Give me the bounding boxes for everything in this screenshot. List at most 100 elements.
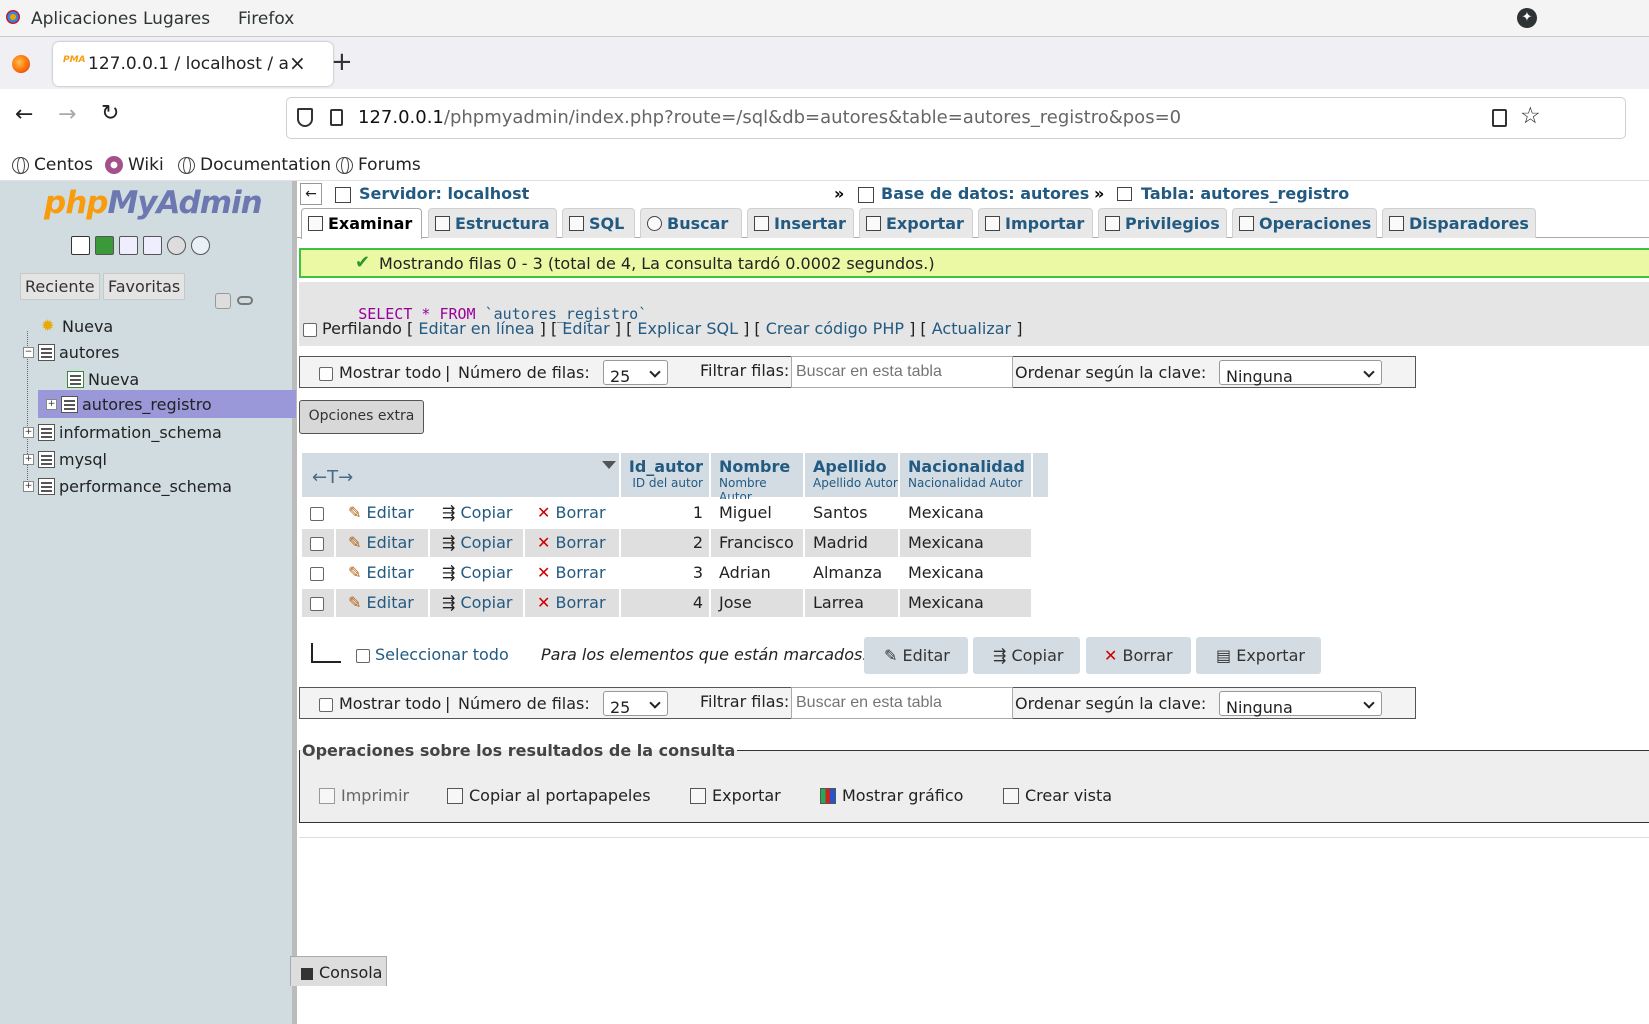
bookmark-forums[interactable]: Forums (336, 155, 421, 175)
back-icon[interactable]: ← (15, 102, 33, 127)
page-icon[interactable] (330, 109, 343, 126)
cell-apellido[interactable]: Almanza (805, 559, 898, 587)
tab-import[interactable]: Importar (978, 208, 1093, 238)
column-header-apellido[interactable]: Apellido Apellido Autor (805, 453, 898, 497)
tab-favorites[interactable]: Favoritas (103, 273, 186, 300)
delete-row-button[interactable]: ✕ Borrar (525, 499, 619, 527)
tree-item-performance-schema[interactable]: + performance_schema (23, 477, 232, 496)
bulk-edit-button[interactable]: ✎ Editar (864, 637, 968, 674)
column-header-nombre[interactable]: Nombre Nombre Autor (711, 453, 803, 504)
breadcrumb-table[interactable]: Tabla: autores_registro (1141, 184, 1349, 203)
bookmark-documentation[interactable]: Documentation (178, 155, 331, 175)
home-icon[interactable] (71, 236, 90, 255)
cell-nacionalidad[interactable]: Mexicana (900, 589, 1031, 617)
query-window-icon[interactable] (119, 236, 138, 255)
cell-id-autor[interactable]: 4 (621, 589, 709, 617)
bulk-copy-button[interactable]: ⇶ Copiar (973, 637, 1080, 674)
tab-operations[interactable]: Operaciones (1232, 208, 1377, 238)
sort-select[interactable]: Ninguna (1219, 360, 1382, 386)
row-checkbox[interactable] (310, 537, 324, 551)
tab-search[interactable]: Buscar (640, 208, 742, 238)
print-button[interactable]: Imprimir (319, 786, 409, 805)
expand-icon[interactable]: + (23, 481, 34, 492)
firefox-view-icon[interactable] (12, 55, 30, 73)
url-bar[interactable]: 127.0.0.1/phpmyadmin/index.php?route=/sq… (286, 97, 1626, 139)
export-button[interactable]: Exportar (690, 786, 781, 805)
bookmark-centos[interactable]: Centos (12, 155, 93, 175)
column-visibility-icon[interactable]: ←T→ (312, 467, 353, 488)
breadcrumb-database[interactable]: Base de datos: autores (881, 184, 1089, 203)
copy-clipboard-button[interactable]: Copiar al portapapeles (447, 786, 651, 805)
firefox-menu[interactable]: Firefox (238, 9, 294, 29)
places-menu[interactable]: Lugares (143, 9, 210, 29)
close-tab-icon[interactable]: × (289, 51, 306, 75)
explain-sql-link[interactable]: Explicar SQL (637, 319, 738, 338)
cell-id-autor[interactable]: 1 (621, 499, 709, 527)
reload-navigation-icon[interactable] (191, 236, 210, 255)
browser-tab[interactable]: PMA 127.0.0.1 / localhost / autc × (53, 42, 333, 86)
cell-nacionalidad[interactable]: Mexicana (900, 499, 1031, 527)
select-all-link[interactable]: Seleccionar todo (375, 645, 509, 664)
tree-item-autores-registro[interactable]: + autores_registro (38, 390, 296, 418)
documentation-icon[interactable] (143, 236, 162, 255)
breadcrumb-server[interactable]: Servidor: localhost (359, 184, 529, 203)
display-chart-button[interactable]: Mostrar gráfico (820, 786, 963, 805)
copy-row-button[interactable]: ⇶ Copiar (430, 529, 523, 557)
copy-row-button[interactable]: ⇶ Copiar (430, 499, 523, 527)
column-header-id-autor[interactable]: Id_autor ID del autor (621, 453, 709, 497)
tab-triggers[interactable]: Disparadores (1382, 208, 1536, 238)
extra-options-button[interactable]: Opciones extra (299, 400, 424, 434)
delete-row-button[interactable]: ✕ Borrar (525, 529, 619, 557)
dropdown-arrow-icon[interactable] (602, 461, 616, 469)
edit-row-button[interactable]: ✎ Editar (336, 529, 428, 557)
refresh-link[interactable]: Actualizar (932, 319, 1011, 338)
cell-nacionalidad[interactable]: Mexicana (900, 529, 1031, 557)
reload-icon[interactable]: ↻ (101, 101, 119, 126)
profiling-checkbox[interactable] (303, 323, 317, 337)
tree-item-new-table[interactable]: Nueva (67, 370, 139, 389)
accessibility-icon[interactable]: ✦ (1517, 8, 1537, 28)
applications-menu[interactable]: Aplicaciones (31, 9, 137, 29)
column-header-nacionalidad[interactable]: Nacionalidad Nacionalidad Autor (900, 453, 1031, 497)
create-php-link[interactable]: Crear código PHP (766, 319, 904, 338)
cell-nombre[interactable]: Adrian (711, 559, 803, 587)
tab-sql[interactable]: SQL (562, 208, 635, 238)
edit-row-button[interactable]: ✎ Editar (336, 559, 428, 587)
new-tab-icon[interactable]: + (331, 47, 353, 77)
collapse-all-icon[interactable] (215, 293, 231, 309)
shield-icon[interactable] (297, 108, 313, 127)
expand-icon[interactable]: + (23, 427, 34, 438)
row-checkbox[interactable] (310, 567, 324, 581)
delete-row-button[interactable]: ✕ Borrar (525, 589, 619, 617)
bookmark-wiki[interactable]: Wiki (105, 155, 164, 175)
bulk-delete-button[interactable]: ✕ Borrar (1086, 637, 1191, 674)
tab-recent[interactable]: Reciente (20, 273, 100, 300)
tab-insert[interactable]: Insertar (747, 208, 854, 238)
row-checkbox[interactable] (310, 507, 324, 521)
tab-export[interactable]: Exportar (859, 208, 973, 238)
tab-browse[interactable]: Examinar (301, 208, 422, 239)
cell-apellido[interactable]: Larrea (805, 589, 898, 617)
edit-row-button[interactable]: ✎ Editar (336, 499, 428, 527)
activities-icon[interactable] (6, 10, 20, 24)
link-with-main-icon[interactable] (237, 296, 253, 305)
phpmyadmin-logo[interactable]: phpMyAdmin (44, 185, 263, 221)
reader-mode-icon[interactable] (1492, 109, 1507, 127)
cell-nombre[interactable]: Francisco (711, 529, 803, 557)
create-view-button[interactable]: Crear vista (1003, 786, 1112, 805)
show-all-checkbox[interactable] (319, 698, 333, 712)
expand-icon[interactable]: + (46, 398, 57, 410)
cell-apellido[interactable]: Santos (805, 499, 898, 527)
cell-id-autor[interactable]: 2 (621, 529, 709, 557)
cell-id-autor[interactable]: 3 (621, 559, 709, 587)
inline-edit-link[interactable]: Editar en línea (418, 319, 534, 338)
tree-item-new-database[interactable]: ✹ Nueva (41, 317, 113, 336)
row-checkbox[interactable] (310, 597, 324, 611)
forward-icon[interactable]: → (58, 102, 76, 127)
edit-link[interactable]: Editar (562, 319, 609, 338)
collapse-icon[interactable]: − (23, 347, 34, 358)
cell-nombre[interactable]: Miguel (711, 499, 803, 527)
bulk-export-button[interactable]: ▤ Exportar (1196, 637, 1321, 674)
filter-input[interactable] (791, 356, 1013, 388)
show-all-checkbox[interactable] (319, 367, 333, 381)
